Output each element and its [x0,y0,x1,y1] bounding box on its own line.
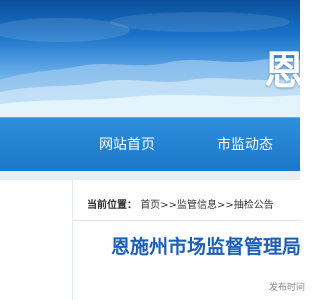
breadcrumb-link-supervision[interactable]: 监管信息 [177,200,217,211]
breadcrumb-separator: >> [160,200,177,211]
nav-item-home[interactable]: 网站首页 [92,118,162,172]
article-title: 恩施州市场监督管理局 [111,236,302,258]
breadcrumb-separator: >> [216,200,234,211]
content-panel: 当前位置： 首页>>监管信息>>抽检公告 恩施州市场监督管理局 发布时间 [72,180,305,300]
divider [73,220,301,221]
mountain-landscape-image [0,12,300,117]
main-nav: 网站首页 市监动态 [0,117,300,171]
nav-item-news[interactable]: 市监动态 [210,118,280,172]
breadcrumb-label: 当前位置： [87,200,137,211]
site-title-text: 恩 [264,48,300,94]
section-separator [0,171,300,180]
header-banner: 恩 [0,0,300,117]
breadcrumb-link-inspection[interactable]: 抽检公告 [234,200,274,211]
publish-time-label: 发布时间 [269,283,306,293]
breadcrumb-link-home[interactable]: 首页 [140,200,160,211]
breadcrumb: 当前位置： 首页>>监管信息>>抽检公告 [87,196,274,211]
